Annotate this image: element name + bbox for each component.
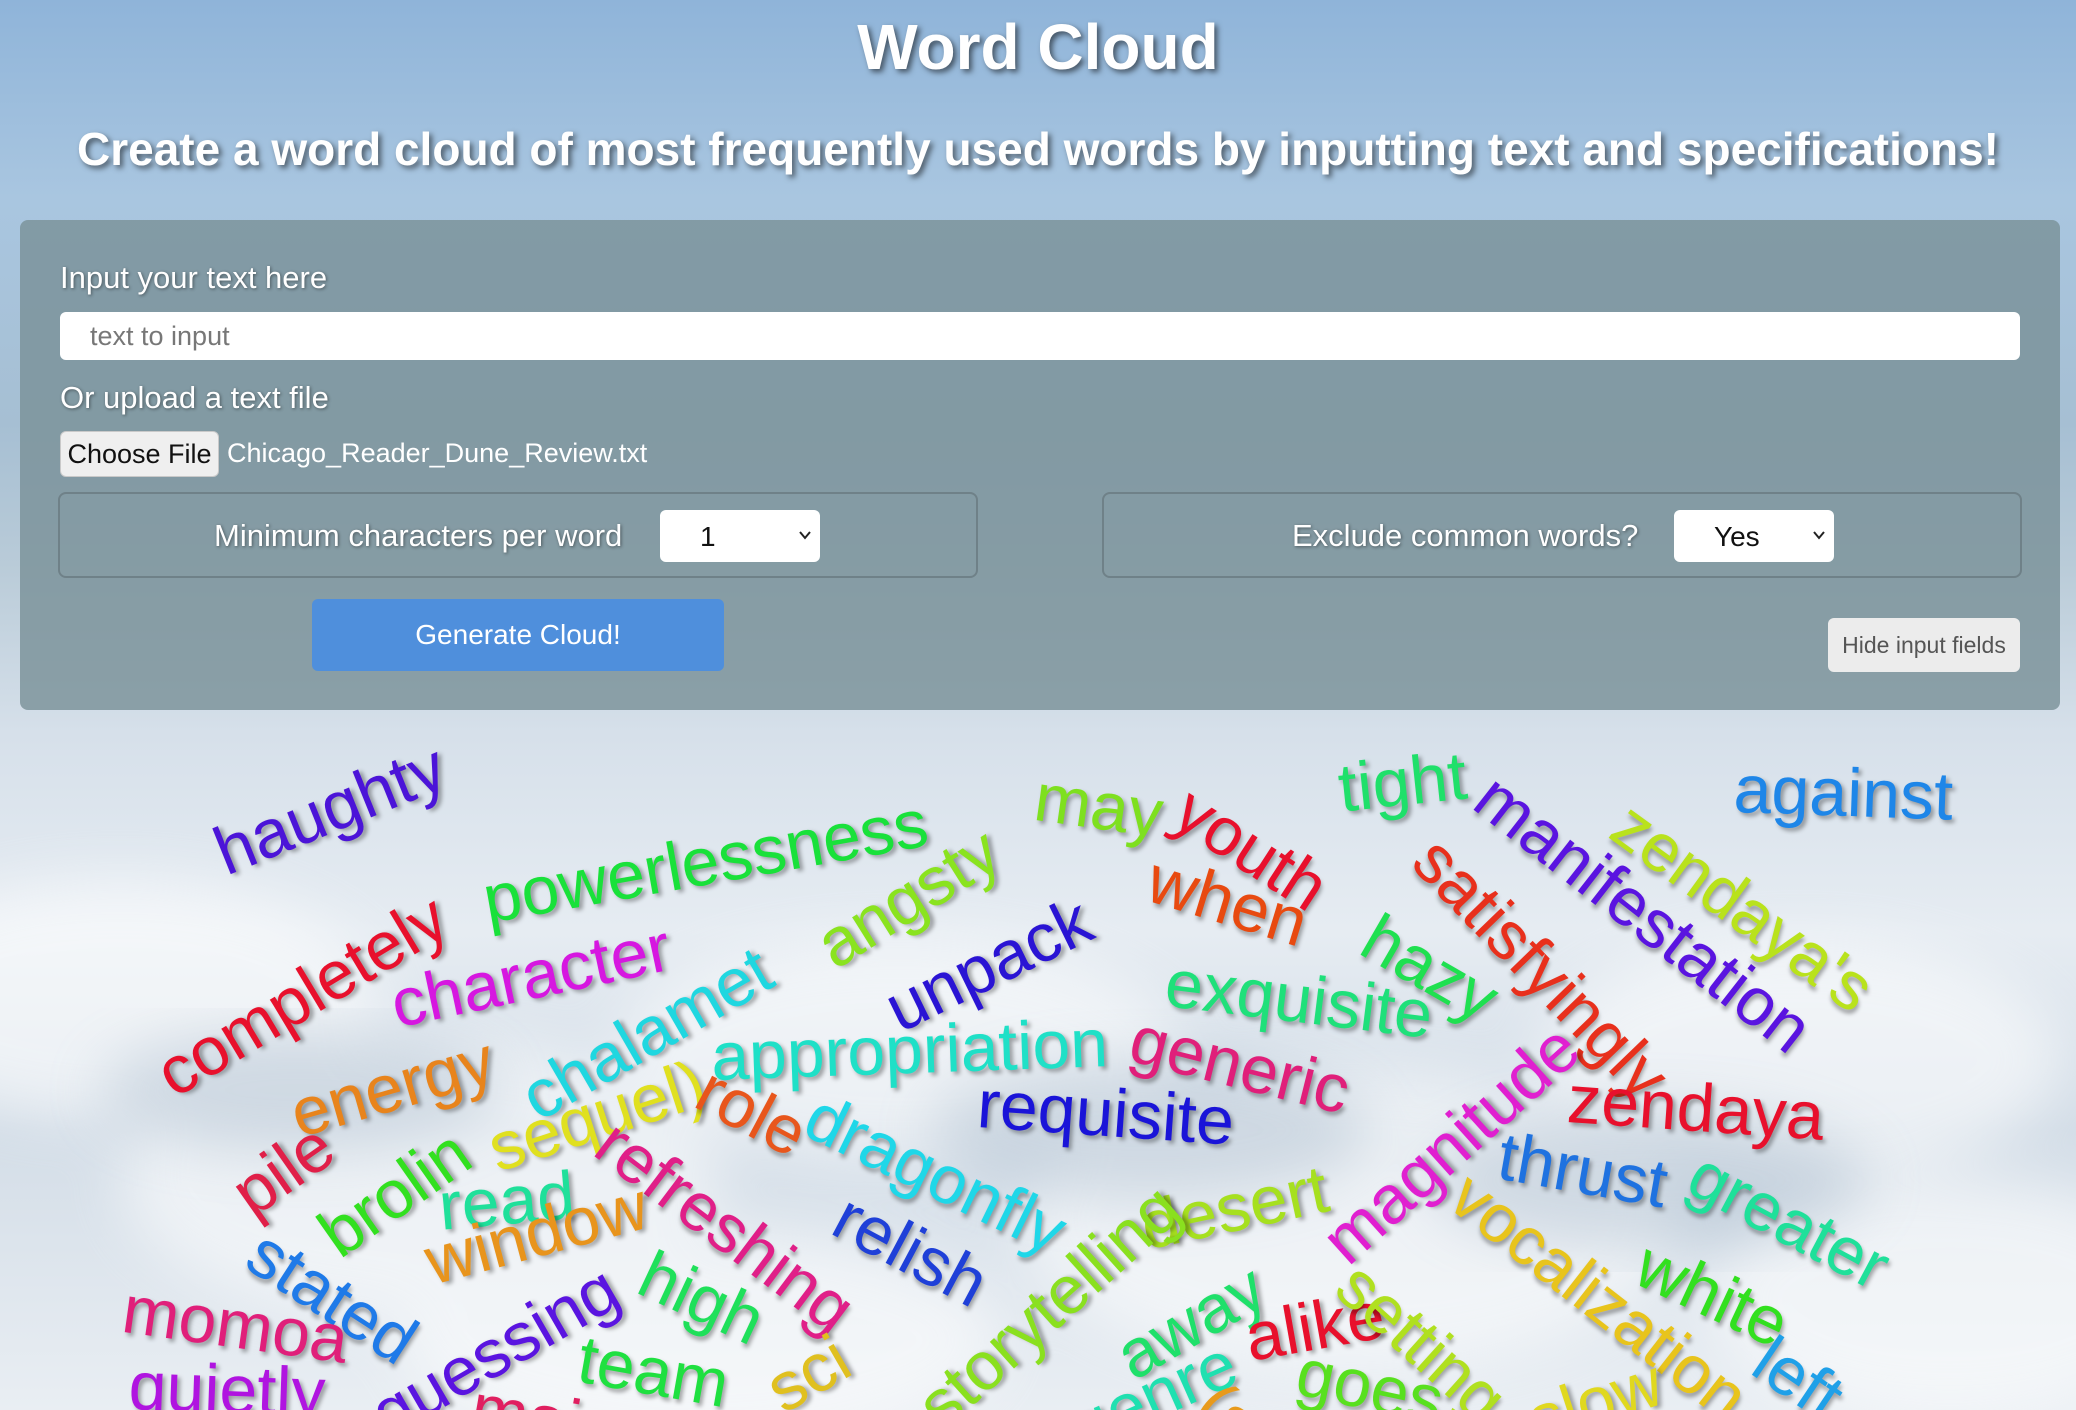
generate-cloud-button[interactable]: Generate Cloud! xyxy=(312,599,724,671)
cloud-word: against xyxy=(1732,751,1955,835)
cloud-word: haughty xyxy=(203,728,457,890)
page-subtitle: Create a word cloud of most frequently u… xyxy=(76,123,1999,175)
selected-file-name: Chicago_Reader_Dune_Review.txt xyxy=(227,438,648,468)
min-chars-value: 1 xyxy=(700,521,716,552)
cloud-word: slow xyxy=(1518,1344,1672,1410)
chevron-down-icon xyxy=(799,531,811,540)
cloud-word: tight xyxy=(1334,737,1471,827)
chevron-down-icon xyxy=(1813,531,1825,540)
exclude-common-select[interactable]: Yes xyxy=(1674,510,1834,562)
exclude-common-value: Yes xyxy=(1714,521,1760,552)
choose-file-button[interactable]: Choose File xyxy=(60,431,219,477)
page-title: Word Cloud xyxy=(857,11,1219,83)
min-chars-label: Minimum characters per word xyxy=(214,518,623,553)
exclude-common-fieldset: Exclude common words? Yes xyxy=(1102,492,2022,578)
cloud-word: sci xyxy=(753,1319,863,1410)
cloud-word: may xyxy=(1029,759,1168,853)
text-input[interactable] xyxy=(60,312,2020,360)
word-cloud: haughty powerlessness may youth tight manifes… xyxy=(0,710,2076,1410)
min-chars-select[interactable]: 1 xyxy=(660,510,820,562)
upload-label: Or upload a text file xyxy=(60,380,329,415)
min-chars-fieldset: Minimum characters per word 1 xyxy=(58,492,978,578)
text-input-label: Input your text here xyxy=(60,260,328,295)
cloud-word: quietly xyxy=(127,1348,327,1410)
exclude-common-label: Exclude common words? xyxy=(1292,518,1639,553)
hide-input-fields-button[interactable]: Hide input fields xyxy=(1828,618,2020,672)
input-panel: Input your text here Or upload a text fi… xyxy=(20,220,2060,710)
cloud-word: requisite xyxy=(974,1066,1237,1160)
